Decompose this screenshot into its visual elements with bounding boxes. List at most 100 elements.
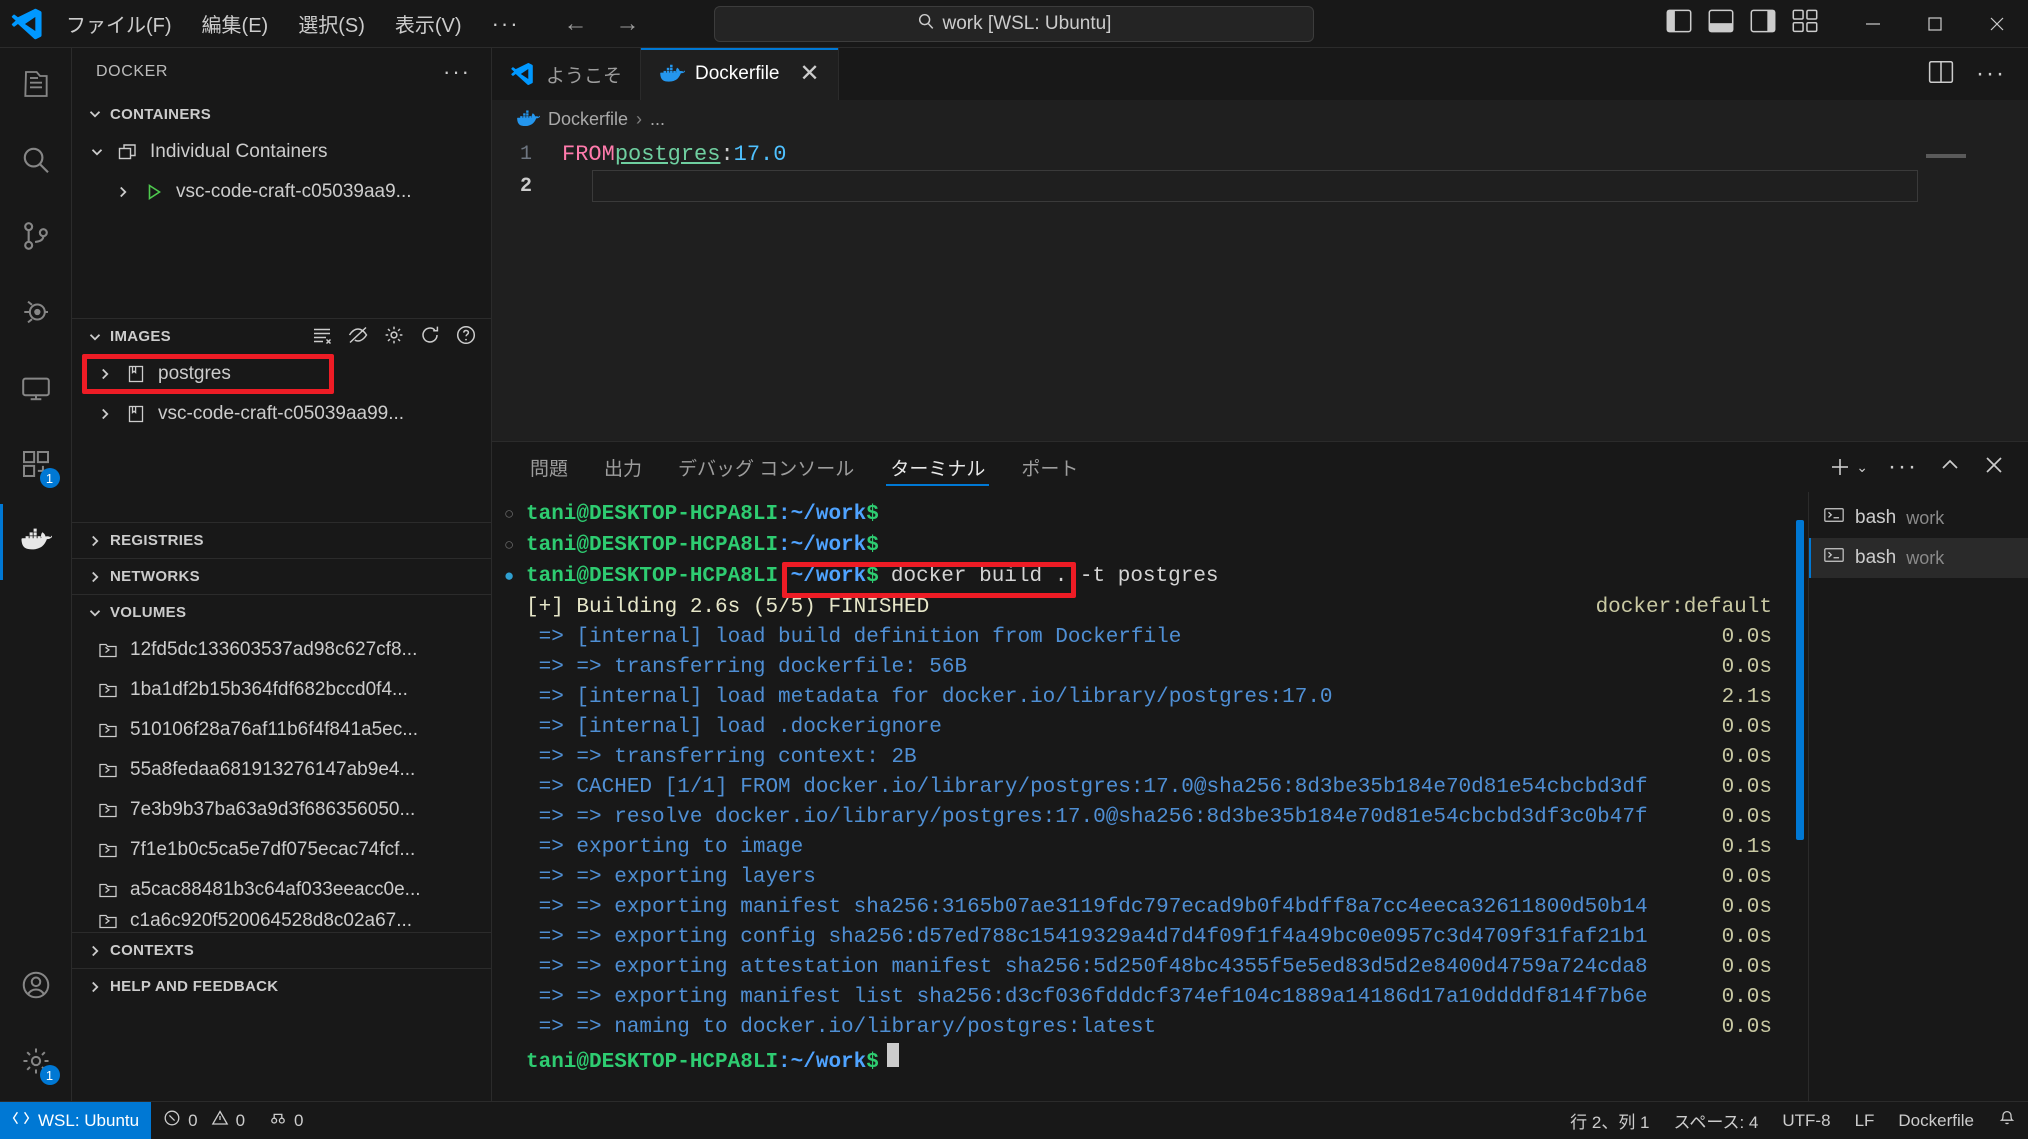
sidebar-more-button[interactable]: ··· — [437, 59, 477, 85]
menu-file[interactable]: ファイル(F) — [52, 4, 186, 43]
toggle-panel-icon[interactable] — [1708, 9, 1734, 38]
build-step-text: => => exporting manifest sha256:3165b07a… — [526, 896, 1648, 919]
tree-row-volume[interactable]: 7f1e1b0c5ca5e7df075ecac74fcf... — [72, 830, 491, 870]
section-header-registries[interactable]: REGISTRIES — [72, 522, 491, 558]
tree-row-volume[interactable]: 12fd5dc133603537ad98c627cf8... — [72, 630, 491, 670]
tree-row-volume[interactable]: 1ba1df2b15b364fdf682bccd0f4... — [72, 670, 491, 710]
activity-item-extensions[interactable]: 1 — [0, 428, 72, 504]
refresh-icon[interactable] — [419, 324, 441, 350]
panel-tab-ports[interactable]: ポート — [1003, 442, 1096, 492]
section-label-volumes: VOLUMES — [110, 604, 187, 621]
menu-edit[interactable]: 編集(E) — [188, 4, 283, 43]
code-editor[interactable]: 1 FROM postgres : 17.0 2 — [492, 138, 2028, 441]
section-header-contexts[interactable]: CONTEXTS — [72, 932, 491, 968]
panel-tab-output[interactable]: 出力 — [586, 442, 660, 492]
code-token-version: 17.0 — [733, 141, 787, 167]
debug-icon — [20, 296, 52, 333]
status-language-mode[interactable]: Dockerfile — [1886, 1102, 1986, 1139]
terminal-tab-item[interactable]: bash work — [1809, 498, 2028, 538]
tab-welcome[interactable]: ようこそ — [492, 48, 642, 100]
arrow-left-icon[interactable]: ← — [558, 10, 594, 38]
containers-group-icon — [116, 140, 140, 164]
activity-item-run-and-debug[interactable] — [0, 276, 72, 352]
warning-icon — [211, 1109, 229, 1132]
tree-row-image-postgres[interactable]: postgres — [72, 354, 491, 394]
status-encoding[interactable]: UTF-8 — [1770, 1102, 1842, 1139]
tree-row-individual-containers[interactable]: Individual Containers — [72, 132, 491, 172]
status-ports[interactable]: 0 — [257, 1102, 315, 1139]
toggle-primary-sidebar-icon[interactable] — [1666, 9, 1692, 38]
panel-tab-terminal[interactable]: ターミナル — [872, 442, 1003, 492]
menu-more-button[interactable]: ··· — [478, 9, 534, 39]
panel-tab-debug-console[interactable]: デバッグ コンソール — [660, 442, 872, 492]
build-driver: docker:default — [1595, 596, 1772, 619]
gear-icon[interactable] — [383, 324, 405, 350]
section-header-volumes[interactable]: VOLUMES — [72, 594, 491, 630]
tree-row-volume[interactable]: 510106f28a76af11b6f4f841a5ec... — [72, 710, 491, 750]
chevron-down-icon[interactable]: ⌄ — [1856, 459, 1868, 476]
toggle-secondary-sidebar-icon[interactable] — [1750, 9, 1776, 38]
terminal-output[interactable]: ○ tani@DESKTOP-HCPA8LI:~/work $ ○ tani@DE… — [492, 492, 1808, 1101]
split-editor-icon[interactable] — [1928, 60, 1954, 89]
status-eol[interactable]: LF — [1843, 1102, 1887, 1139]
tree-row-volume[interactable]: 7e3b9b37ba63a9d3f686356050... — [72, 790, 491, 830]
tree-row-volume[interactable]: c1a6c920f520064528d8c02a67... — [72, 910, 491, 932]
build-step-duration: 0.0s — [1721, 656, 1772, 679]
tab-close-button[interactable]: ✕ — [800, 62, 820, 86]
tree-row-volume[interactable]: 55a8fedaa681913276147ab9e4... — [72, 750, 491, 790]
panel-maximize-button[interactable] — [1938, 453, 1962, 482]
terminal-tab-item-active[interactable]: bash work — [1809, 538, 2028, 578]
status-cursor-label: 行 2、列 1 — [1570, 1113, 1650, 1132]
tab-dockerfile[interactable]: Dockerfile ✕ — [641, 48, 839, 100]
window-maximize-button[interactable] — [1904, 0, 1966, 48]
quick-input-wrapper: work [WSL: Ubuntu] — [714, 5, 1314, 42]
customize-layout-icon[interactable] — [1792, 9, 1818, 38]
breadcrumb-file[interactable]: Dockerfile — [548, 109, 628, 130]
status-problems[interactable]: 0 0 — [151, 1102, 257, 1139]
containers-tree: Individual Containers vsc-code-craft-c05… — [72, 132, 491, 318]
activity-item-search[interactable] — [0, 124, 72, 200]
menu-selection[interactable]: 選択(S) — [284, 4, 379, 43]
section-header-help[interactable]: HELP AND FEEDBACK — [72, 968, 491, 1004]
panel-close-button[interactable] — [1982, 453, 2006, 482]
new-terminal-button[interactable]: ⌄ — [1828, 455, 1868, 479]
build-step-text: => => exporting manifest list sha256:d3c… — [526, 986, 1648, 1009]
panel-more-actions[interactable]: ··· — [1888, 453, 1918, 481]
section-header-containers[interactable]: CONTAINERS — [72, 96, 491, 132]
activity-item-source-control[interactable] — [0, 200, 72, 276]
status-notifications[interactable] — [1986, 1102, 2028, 1139]
group-by-icon[interactable] — [311, 324, 333, 350]
tree-row-container-item[interactable]: vsc-code-craft-c05039aa9... — [72, 172, 491, 212]
breadcrumb: Dockerfile › ... — [492, 100, 2028, 138]
breadcrumb-tail[interactable]: ... — [650, 109, 665, 130]
eye-closed-icon[interactable] — [347, 324, 369, 350]
panel-tab-problems[interactable]: 問題 — [512, 442, 586, 492]
activity-item-docker[interactable] — [0, 504, 72, 580]
line-number: 1 — [519, 142, 532, 166]
prompt-path: :~/work — [778, 503, 867, 526]
section-header-images[interactable]: IMAGES — [72, 318, 491, 354]
more-actions-dots[interactable]: ··· — [1976, 60, 2006, 88]
tree-row-volume[interactable]: a5cac88481b3c64af033eeacc0e... — [72, 870, 491, 910]
panel-body: ○ tani@DESKTOP-HCPA8LI:~/work $ ○ tani@DE… — [492, 492, 2028, 1101]
status-cursor-position[interactable]: 行 2、列 1 — [1558, 1102, 1661, 1139]
activity-item-settings[interactable]: 1 — [0, 1025, 72, 1101]
quick-input-search[interactable]: work [WSL: Ubuntu] — [714, 5, 1314, 42]
tree-label-image-postgres: postgres — [158, 363, 231, 384]
tree-row-image-vsc[interactable]: vsc-code-craft-c05039aa99... — [72, 394, 491, 434]
status-indentation[interactable]: スペース: 4 — [1662, 1102, 1771, 1139]
activity-item-accounts[interactable] — [0, 949, 72, 1025]
build-step-duration: 0.0s — [1721, 926, 1772, 949]
help-icon[interactable] — [455, 324, 477, 350]
status-remote-indicator[interactable]: WSL: Ubuntu — [0, 1101, 152, 1139]
window-minimize-button[interactable] — [1842, 0, 1904, 48]
activity-item-remote-explorer[interactable] — [0, 352, 72, 428]
build-step-duration: 0.0s — [1721, 776, 1772, 799]
menu-view[interactable]: 表示(V) — [381, 4, 476, 43]
window-close-button[interactable] — [1966, 0, 2028, 48]
activity-item-explorer[interactable] — [0, 48, 72, 124]
prompt-user-host: tani@DESKTOP-HCPA8LI — [526, 534, 779, 557]
section-header-networks[interactable]: NETWORKS — [72, 558, 491, 594]
code-token-image: postgres — [614, 141, 721, 167]
arrow-right-icon[interactable]: → — [610, 10, 646, 38]
